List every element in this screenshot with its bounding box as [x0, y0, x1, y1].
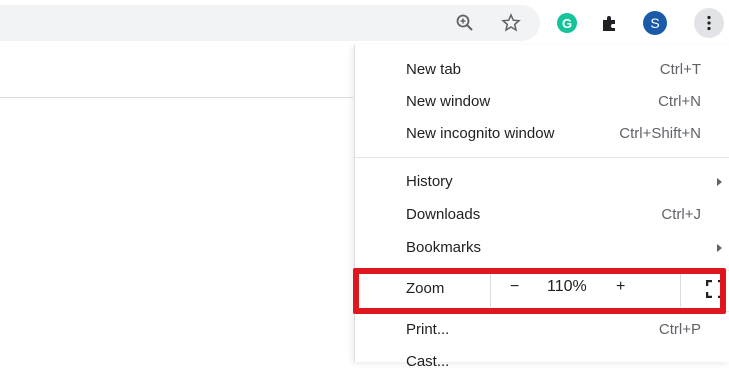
bookmark-star-icon[interactable]: [497, 9, 525, 37]
fullscreen-icon[interactable]: [705, 279, 725, 299]
menu-item-shortcut: Ctrl+J: [661, 206, 701, 223]
page-divider: [0, 97, 353, 98]
menu-item-print[interactable]: Print... Ctrl+P: [355, 314, 729, 346]
menu-item-history[interactable]: History: [355, 166, 729, 198]
menu-separator: [355, 311, 729, 312]
submenu-arrow-icon: [717, 244, 722, 252]
menu-item-label: New tab: [406, 61, 462, 78]
menu-item-new-tab[interactable]: New tab Ctrl+T: [355, 54, 729, 86]
zoom-icon[interactable]: [451, 9, 479, 37]
grammarly-badge: G: [557, 13, 577, 33]
menu-item-shortcut: Ctrl+Shift+N: [619, 125, 701, 142]
three-dot-menu-icon[interactable]: [694, 8, 724, 38]
menu-item-label: New window: [406, 93, 491, 110]
menu-item-label: History: [406, 173, 453, 190]
zoom-in-button[interactable]: +: [616, 278, 625, 296]
avatar: S: [643, 11, 667, 35]
menu-item-new-incognito-window[interactable]: New incognito window Ctrl+Shift+N: [355, 118, 729, 150]
menu-item-label: Print...: [406, 321, 450, 338]
puzzle-icon[interactable]: [596, 9, 624, 37]
menu-item-shortcut: Ctrl+N: [658, 93, 701, 110]
zoom-label: Zoom: [406, 280, 445, 297]
submenu-arrow-icon: [717, 178, 722, 186]
menu-item-downloads[interactable]: Downloads Ctrl+J: [355, 199, 729, 231]
menu-item-new-window[interactable]: New window Ctrl+N: [355, 86, 729, 118]
menu-item-shortcut: Ctrl+P: [658, 321, 701, 338]
menu-item-cast[interactable]: Cast...: [355, 346, 729, 378]
menu-item-label: Downloads: [406, 206, 481, 223]
menu-item-label: New incognito window: [406, 125, 555, 142]
chrome-menu: New tab Ctrl+T New window Ctrl+N New inc…: [354, 45, 729, 370]
menu-separator: [355, 157, 729, 158]
profile-avatar[interactable]: S: [641, 9, 669, 37]
menu-item-bookmarks[interactable]: Bookmarks: [355, 232, 729, 264]
menu-item-label: Bookmarks: [406, 239, 482, 256]
zoom-level: 110%: [547, 278, 587, 295]
zoom-row: Zoom − 110% +: [355, 271, 729, 307]
browser-toolbar: G S: [0, 0, 729, 45]
menu-item-shortcut: Ctrl+T: [659, 61, 701, 78]
grammarly-icon[interactable]: G: [553, 9, 581, 37]
zoom-out-button[interactable]: −: [510, 278, 519, 296]
zoom-divider: [680, 271, 681, 307]
